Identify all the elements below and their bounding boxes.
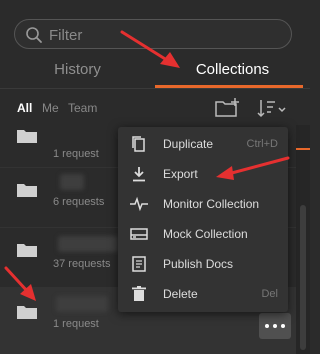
filter-all[interactable]: All: [17, 101, 32, 115]
request-count: 1 request: [53, 318, 99, 330]
menu-item-label: Duplicate: [163, 137, 214, 151]
trash-icon: [132, 286, 146, 301]
dot-icon: [281, 324, 285, 328]
menu-item-label: Mock Collection: [163, 227, 248, 241]
folder-icon: [17, 184, 37, 197]
menu-item-monitor[interactable]: Monitor Collection: [118, 189, 288, 219]
server-icon: [130, 228, 148, 240]
download-icon: [133, 167, 145, 182]
folder-icon: [17, 244, 37, 257]
more-actions-button[interactable]: [259, 313, 291, 339]
blurred-name: [58, 236, 118, 252]
search-icon: [26, 27, 42, 43]
blurred-name: [60, 174, 84, 190]
context-menu: Duplicate Ctrl+D Export Monitor Collecti…: [118, 127, 288, 312]
dot-icon: [265, 324, 269, 328]
search-box[interactable]: [14, 19, 292, 49]
scrollbar[interactable]: [296, 125, 310, 354]
menu-item-shortcut: Ctrl+D: [246, 138, 278, 150]
tab-history[interactable]: History: [0, 55, 155, 88]
filter-me[interactable]: Me: [42, 101, 59, 115]
folder-icon: [17, 306, 37, 319]
tab-bar: History Collections: [0, 55, 310, 88]
request-count: 6 requests: [53, 196, 105, 208]
request-count: 37 requests: [53, 258, 111, 270]
pulse-icon: [130, 196, 148, 212]
filter-bar: All Me Team: [0, 89, 310, 125]
sort-icon[interactable]: [255, 97, 287, 119]
menu-item-label: Export: [163, 167, 198, 181]
duplicate-icon: [132, 136, 145, 152]
menu-item-export[interactable]: Export: [118, 159, 288, 189]
collections-sidebar: History Collections All Me Team 1 reques…: [0, 0, 310, 354]
menu-item-mock[interactable]: Mock Collection: [118, 219, 288, 249]
tab-collections[interactable]: Collections: [155, 55, 310, 88]
menu-item-publish[interactable]: Publish Docs: [118, 249, 288, 279]
menu-item-label: Monitor Collection: [163, 197, 260, 211]
menu-item-label: Delete: [163, 287, 198, 301]
menu-item-shortcut: Del: [261, 288, 278, 300]
filter-team[interactable]: Team: [68, 101, 97, 115]
accent-edge: [296, 148, 310, 150]
scroll-thumb[interactable]: [300, 205, 306, 350]
search-input[interactable]: [49, 24, 279, 46]
blurred-name: [56, 296, 108, 312]
menu-item-label: Publish Docs: [163, 257, 234, 271]
menu-item-delete[interactable]: Delete Del: [118, 279, 288, 309]
dot-icon: [273, 324, 277, 328]
folder-icon: [17, 130, 37, 143]
new-collection-icon[interactable]: [213, 97, 241, 119]
document-icon: [132, 256, 146, 272]
menu-item-duplicate[interactable]: Duplicate Ctrl+D: [118, 129, 288, 159]
request-count: 1 request: [53, 148, 99, 160]
